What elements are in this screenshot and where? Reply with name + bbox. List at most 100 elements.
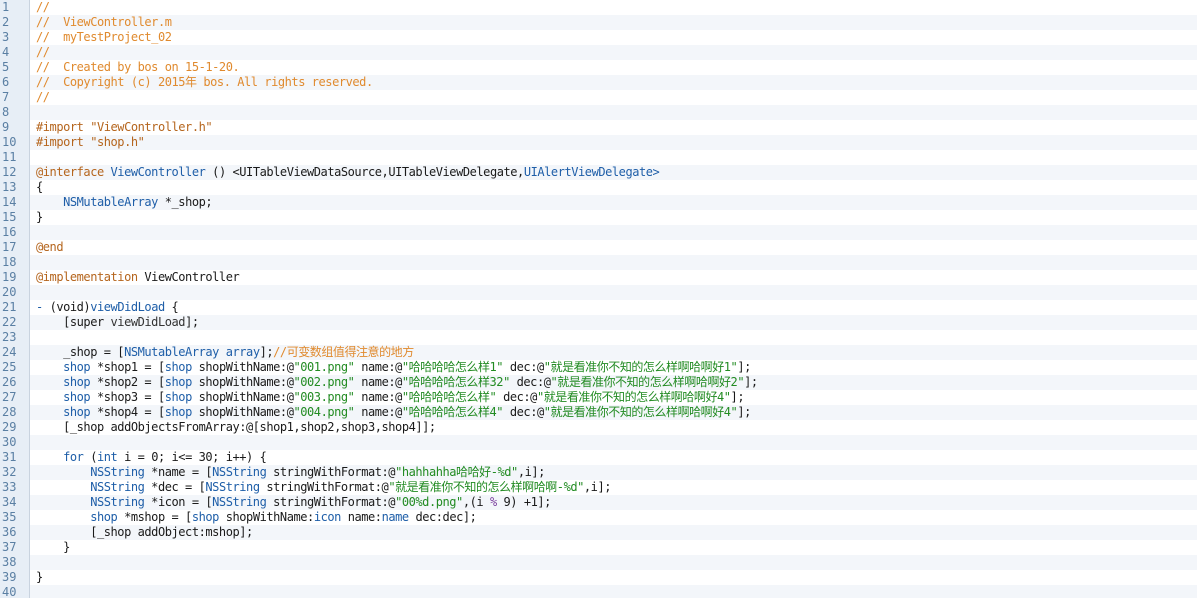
code-line[interactable]: 10 #import "shop.h" <box>0 135 1197 150</box>
line-code[interactable]: - (void)viewDidLoad { <box>36 300 179 315</box>
line-code[interactable]: // <box>36 45 50 60</box>
line-code[interactable]: _shop = [NSMutableArray array];//可变数组值得注… <box>36 345 414 360</box>
line-code[interactable]: @interface ViewController () <UITableVie… <box>36 165 660 180</box>
code-line[interactable]: 39} <box>0 570 1197 585</box>
line-number: 4 <box>0 45 30 60</box>
code-line[interactable]: 3 // myTestProject_02 <box>0 30 1197 45</box>
code-token-type: NSMutableArray <box>63 195 158 209</box>
line-code[interactable]: // <box>36 90 50 105</box>
line-code[interactable]: [super viewDidLoad]; <box>36 315 199 330</box>
code-lines[interactable]: 1 // 2 // ViewController.m 3 // myTestProject… <box>0 0 1197 598</box>
code-line[interactable]: 30 <box>0 435 1197 450</box>
code-token-string: "哈哈哈哈怎么样1" <box>401 360 504 374</box>
code-line[interactable]: 22 [super viewDidLoad]; <box>0 315 1197 330</box>
code-line[interactable]: 36 [_shop addObject:mshop]; <box>0 525 1197 540</box>
code-token-type: shop <box>90 510 118 524</box>
line-number: 21 <box>0 300 30 315</box>
code-line[interactable]: 35 shop *mshop = [shop shopWithName:icon… <box>0 510 1197 525</box>
code-token-plain: *mshop = [ <box>117 510 192 524</box>
code-line[interactable]: 4 // <box>0 45 1197 60</box>
code-line[interactable]: 15} <box>0 210 1197 225</box>
code-line[interactable]: 32 NSString *name = [NSString stringWith… <box>0 465 1197 480</box>
line-code[interactable]: shop *shop1 = [shop shopWithName:@"001.p… <box>36 360 751 375</box>
line-number: 33 <box>0 480 30 495</box>
code-line[interactable]: 18 <box>0 255 1197 270</box>
line-number: 30 <box>0 435 30 450</box>
code-line[interactable]: 2 // ViewController.m <box>0 15 1197 30</box>
code-line[interactable]: 25 shop *shop1 = [shop shopWithName:@"00… <box>0 360 1197 375</box>
line-code[interactable]: } <box>36 210 43 225</box>
code-line[interactable]: 26 shop *shop2 = [shop shopWithName:@"00… <box>0 375 1197 390</box>
code-line[interactable]: 20 <box>0 285 1197 300</box>
line-code[interactable]: shop *mshop = [shop shopWithName:icon na… <box>36 510 477 525</box>
line-code[interactable]: NSString *name = [NSString stringWithFor… <box>36 465 545 480</box>
line-code[interactable]: [_shop addObject:mshop]; <box>36 525 253 540</box>
code-line[interactable]: 23 <box>0 330 1197 345</box>
code-line[interactable]: 9 #import "ViewController.h" <box>0 120 1197 135</box>
code-token-plain: [_shop addObject:mshop]; <box>36 525 253 539</box>
code-line[interactable]: 28 shop *shop4 = [shop shopWithName:@"00… <box>0 405 1197 420</box>
line-code[interactable]: NSString *dec = [NSString stringWithForm… <box>36 480 611 495</box>
line-number: 3 <box>0 30 30 45</box>
code-line[interactable]: 12 @interface ViewController () <UITableV… <box>0 165 1197 180</box>
code-line[interactable]: 1 // <box>0 0 1197 15</box>
line-code[interactable]: // Copyright (c) 2015年 bos. All rights r… <box>36 75 373 90</box>
code-line[interactable]: 13 { <box>0 180 1197 195</box>
code-line[interactable]: 40 <box>0 585 1197 598</box>
line-code[interactable]: shop *shop2 = [shop shopWithName:@"002.p… <box>36 375 758 390</box>
code-line[interactable]: 38 <box>0 555 1197 570</box>
line-code[interactable]: #import "shop.h" <box>36 135 145 150</box>
line-code[interactable]: #import "ViewController.h" <box>36 120 213 135</box>
code-token-plain: 9) +1]; <box>496 495 551 509</box>
line-code[interactable]: shop *shop3 = [shop shopWithName:@"003.p… <box>36 390 744 405</box>
line-code[interactable]: // myTestProject_02 <box>36 30 172 45</box>
code-line[interactable]: 27 shop *shop3 = [shop shopWithName:@"00… <box>0 390 1197 405</box>
line-code[interactable]: // ViewController.m <box>36 15 172 30</box>
code-editor[interactable]: 1 // 2 // ViewController.m 3 // myTestProject… <box>0 0 1197 598</box>
line-code[interactable]: NSString *icon = [NSString stringWithFor… <box>36 495 551 510</box>
code-token-plain: *shop3 = [ <box>90 390 165 404</box>
line-code[interactable]: // <box>36 0 50 15</box>
code-line[interactable]: 21 - (void)viewDidLoad { <box>0 300 1197 315</box>
line-code[interactable]: // Created by bos on 15-1-20. <box>36 60 240 75</box>
code-line[interactable]: 29 [_shop addObjectsFromArray:@[shop1,sh… <box>0 420 1197 435</box>
line-code[interactable]: @end <box>36 240 64 255</box>
code-line[interactable]: 34 NSString *icon = [NSString stringWith… <box>0 495 1197 510</box>
line-code[interactable]: @implementation ViewController <box>36 270 240 285</box>
code-token-string: "哈哈哈哈怎么样32" <box>401 375 510 389</box>
code-line[interactable]: 5 // Created by bos on 15-1-20. <box>0 60 1197 75</box>
code-line[interactable]: 24 _shop = [NSMutableArray array];//可变数组… <box>0 345 1197 360</box>
code-token-comment: //可变数组值得注意的地方 <box>273 345 414 359</box>
code-line[interactable]: 17 @end <box>0 240 1197 255</box>
code-token-plain: name: <box>340 510 382 524</box>
code-line[interactable]: 16 <box>0 225 1197 240</box>
code-token-plain: stringWithFormat:@ <box>259 480 389 494</box>
code-line[interactable]: 7 // <box>0 90 1197 105</box>
code-line[interactable]: 8 <box>0 105 1197 120</box>
code-line[interactable]: 6 // Copyright (c) 2015年 bos. All rights … <box>0 75 1197 90</box>
code-token-comment: // myTestProject_02 <box>36 30 172 44</box>
line-code[interactable]: } <box>36 570 43 585</box>
line-code[interactable]: [_shop addObjectsFromArray:@[shop1,shop2… <box>36 420 436 435</box>
line-number: 13 <box>0 180 30 195</box>
code-token-string: "hahhahha哈哈好-%d" <box>395 465 518 479</box>
line-code[interactable]: for (int i = 0; i<= 30; i++) { <box>36 450 267 465</box>
code-line[interactable]: 31 for (int i = 0; i<= 30; i++) { <box>0 450 1197 465</box>
code-line[interactable]: 37 } <box>0 540 1197 555</box>
code-token-type: shop <box>191 510 220 524</box>
line-number: 17 <box>0 240 30 255</box>
code-line[interactable]: 14 NSMutableArray *_shop; <box>0 195 1197 210</box>
line-code[interactable]: shop *shop4 = [shop shopWithName:@"004.p… <box>36 405 751 420</box>
code-line[interactable]: 33 NSString *dec = [NSString stringWithF… <box>0 480 1197 495</box>
code-line[interactable]: 19 @implementation ViewController <box>0 270 1197 285</box>
code-token-op: % <box>489 495 497 509</box>
line-code[interactable]: } <box>36 540 70 555</box>
code-token-plain: dec:@ <box>496 390 537 404</box>
code-line[interactable]: 11 <box>0 150 1197 165</box>
line-number: 26 <box>0 375 30 390</box>
line-code[interactable]: { <box>36 180 43 195</box>
line-code[interactable]: NSMutableArray *_shop; <box>36 195 213 210</box>
